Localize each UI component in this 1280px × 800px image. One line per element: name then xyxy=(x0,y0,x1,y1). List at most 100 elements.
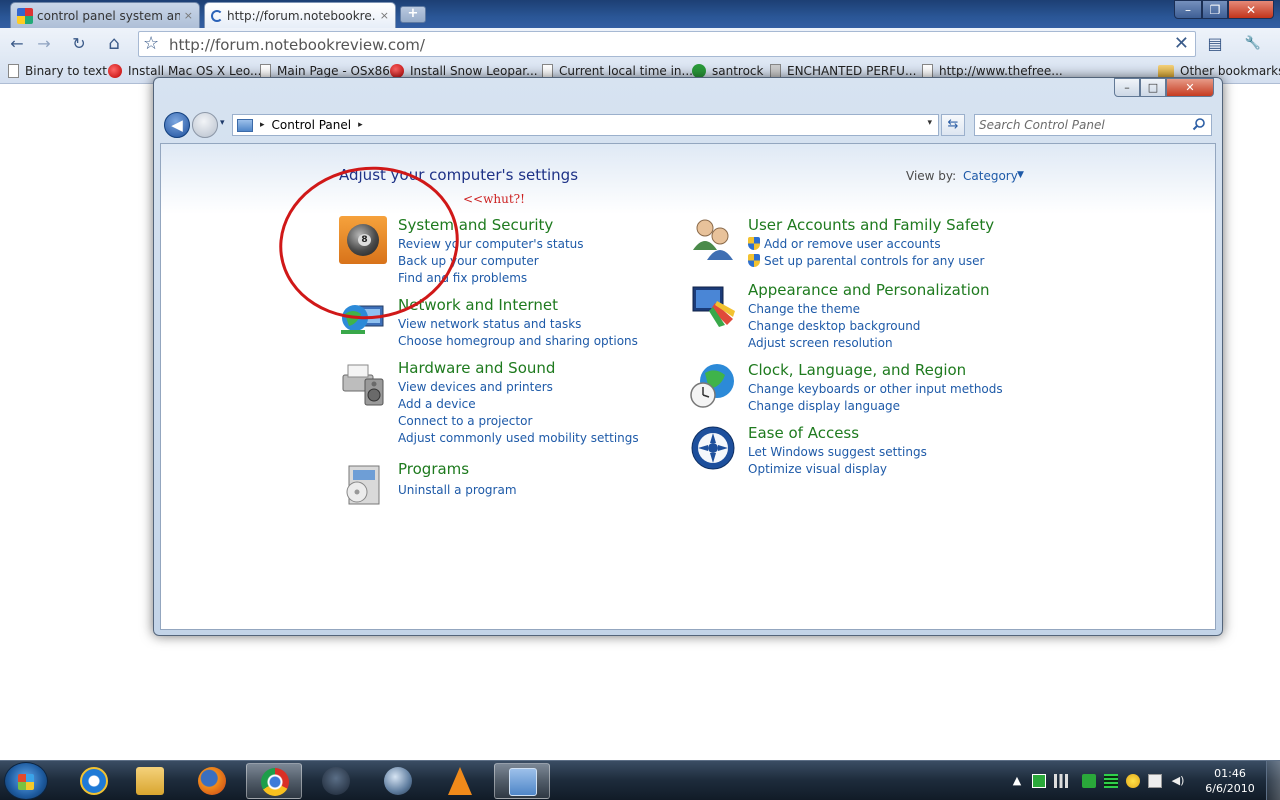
smiley-tray-icon[interactable] xyxy=(1126,774,1140,788)
new-tab-button[interactable]: + xyxy=(400,6,426,23)
ease-of-access-icon[interactable] xyxy=(689,424,737,472)
category-link[interactable]: Connect to a projector xyxy=(398,413,639,430)
category-link[interactable]: Add a device xyxy=(398,396,639,413)
printer-speaker-icon[interactable] xyxy=(339,359,387,407)
tab-control-panel-search[interactable]: control panel system and... × xyxy=(10,2,200,28)
start-button[interactable] xyxy=(4,762,48,800)
page-icon xyxy=(922,64,933,78)
forward-button[interactable]: → xyxy=(33,34,55,54)
category-link[interactable]: View network status and tasks xyxy=(398,316,638,333)
show-desktop-button[interactable] xyxy=(1266,761,1280,800)
stop-loading-icon[interactable]: ✕ xyxy=(1174,33,1189,54)
browser-restore-button[interactable]: ❐ xyxy=(1202,0,1228,19)
back-button[interactable]: ← xyxy=(6,34,28,54)
category-title[interactable]: System and Security xyxy=(398,216,553,234)
omnibox-url[interactable]: http://forum.notebookreview.com/ xyxy=(169,36,425,54)
bookmark-item[interactable]: Main Page - OSx86 xyxy=(260,64,390,78)
users-icon[interactable] xyxy=(689,216,737,264)
category-title[interactable]: User Accounts and Family Safety xyxy=(748,216,994,234)
bookmark-item[interactable]: Binary to text xyxy=(8,64,107,78)
category-link[interactable]: Optimize visual display xyxy=(748,461,927,478)
category-title[interactable]: Ease of Access xyxy=(748,424,859,442)
browser-minimize-button[interactable]: – xyxy=(1174,0,1202,19)
view-by-dropdown-arrow-icon[interactable]: ▼ xyxy=(1017,170,1024,180)
other-bookmarks[interactable]: Other bookmarks xyxy=(1158,64,1280,78)
address-bar[interactable]: ▸ Control Panel ▸ ▾ xyxy=(232,114,939,136)
category-title[interactable]: Network and Internet xyxy=(398,296,558,314)
category-link[interactable]: Find and fix problems xyxy=(398,270,584,287)
category-link[interactable]: Adjust screen resolution xyxy=(748,335,920,352)
view-by-dropdown[interactable]: Category xyxy=(963,169,1018,183)
network-tray-icon[interactable] xyxy=(1148,774,1162,788)
category-link[interactable]: Change the theme xyxy=(748,301,920,318)
network-globe-icon[interactable] xyxy=(339,296,387,344)
category-link[interactable]: View devices and printers xyxy=(398,379,639,396)
category-link[interactable]: Change desktop background xyxy=(748,318,920,335)
breadcrumb-arrow-icon[interactable]: ▸ xyxy=(260,120,265,130)
cp-close-button[interactable]: ✕ xyxy=(1166,78,1214,97)
taskbar-orb-app[interactable] xyxy=(370,763,426,799)
category-title[interactable]: Clock, Language, and Region xyxy=(748,361,966,379)
bookmark-item[interactable]: Install Mac OS X Leo... xyxy=(108,64,261,78)
back-arrow-icon[interactable]: ◀ xyxy=(164,112,190,138)
taskbar-vlc[interactable] xyxy=(432,763,488,799)
refresh-button[interactable]: ⇆ xyxy=(941,114,965,136)
breadcrumb-arrow-icon[interactable]: ▸ xyxy=(358,120,363,130)
category-title[interactable]: Hardware and Sound xyxy=(398,359,555,377)
category-title[interactable]: Appearance and Personalization xyxy=(748,281,990,299)
search-box[interactable] xyxy=(974,114,1212,136)
green-app-tray-icon[interactable] xyxy=(1032,774,1046,788)
category-link[interactable]: Set up parental controls for any user xyxy=(748,253,984,270)
omnibox[interactable]: ☆ http://forum.notebookreview.com/ ✕ xyxy=(138,31,1196,57)
category-link[interactable]: Let Windows suggest settings xyxy=(748,444,927,461)
bookmark-item[interactable]: ENCHANTED PERFU... xyxy=(770,64,916,78)
category-link[interactable]: Back up your computer xyxy=(398,253,584,270)
system-security-icon[interactable]: 8 xyxy=(339,216,387,264)
bookmark-item[interactable]: http://www.thefree... xyxy=(922,64,1063,78)
taskbar-internet-explorer[interactable] xyxy=(66,763,122,799)
show-hidden-icons-button[interactable]: ▲ xyxy=(1010,774,1024,788)
globe-clock-icon[interactable] xyxy=(689,361,737,409)
forward-arrow-icon[interactable] xyxy=(192,112,218,138)
volume-icon[interactable]: ◀) xyxy=(1171,774,1185,788)
browser-close-button[interactable]: ✕ xyxy=(1228,0,1274,19)
bookmark-item[interactable]: Install Snow Leopar... xyxy=(390,64,538,78)
meter-tray-icon[interactable] xyxy=(1104,774,1118,788)
taskbar-windows-explorer[interactable] xyxy=(122,763,178,799)
bookmark-item[interactable]: santrock xyxy=(692,64,763,78)
breadcrumb-control-panel[interactable]: Control Panel xyxy=(272,118,352,132)
tab-close-icon[interactable]: × xyxy=(184,9,193,22)
view-by-label: View by: xyxy=(906,169,957,183)
home-button[interactable]: ⌂ xyxy=(103,34,125,54)
tab-notebookreview[interactable]: http://forum.notebookre... × xyxy=(204,2,396,28)
category-link[interactable]: Uninstall a program xyxy=(398,482,517,499)
reload-button[interactable]: ↻ xyxy=(68,34,90,54)
taskbar-media-app[interactable] xyxy=(308,763,364,799)
appearance-monitor-icon[interactable] xyxy=(689,281,737,329)
tab-close-icon[interactable]: × xyxy=(380,9,389,22)
checkmark-tray-icon[interactable] xyxy=(1082,774,1096,788)
category-link[interactable]: Change display language xyxy=(748,398,1003,415)
category-link[interactable]: Choose homegroup and sharing options xyxy=(398,333,638,350)
category-link[interactable]: Change keyboards or other input methods xyxy=(748,381,1003,398)
bookmark-item[interactable]: Current local time in... xyxy=(542,64,693,78)
system-clock[interactable]: 01:46 6/6/2010 xyxy=(1198,766,1262,796)
bookmark-star-icon[interactable]: ☆ xyxy=(143,33,159,54)
category-link[interactable]: Add or remove user accounts xyxy=(748,236,984,253)
taskbar-control-panel[interactable] xyxy=(494,763,550,799)
category-link[interactable]: Adjust commonly used mobility settings xyxy=(398,430,639,447)
recent-pages-icon[interactable]: ▾ xyxy=(220,118,225,128)
wrench-menu-button[interactable]: 🔧 xyxy=(1242,34,1264,54)
search-input[interactable] xyxy=(979,117,1184,133)
page-menu-button[interactable]: ▤ xyxy=(1204,34,1226,54)
taskbar-chrome[interactable] xyxy=(246,763,302,799)
cp-maximize-button[interactable]: □ xyxy=(1140,78,1166,97)
category-title[interactable]: Programs xyxy=(398,460,469,478)
category-link[interactable]: Review your computer's status xyxy=(398,236,584,253)
taskbar-firefox[interactable] xyxy=(184,763,240,799)
programs-box-icon[interactable] xyxy=(339,460,387,508)
search-icon[interactable] xyxy=(1192,117,1206,131)
cp-minimize-button[interactable]: – xyxy=(1114,78,1140,97)
signal-icon[interactable] xyxy=(1054,774,1068,788)
address-dropdown-icon[interactable]: ▾ xyxy=(927,118,932,128)
